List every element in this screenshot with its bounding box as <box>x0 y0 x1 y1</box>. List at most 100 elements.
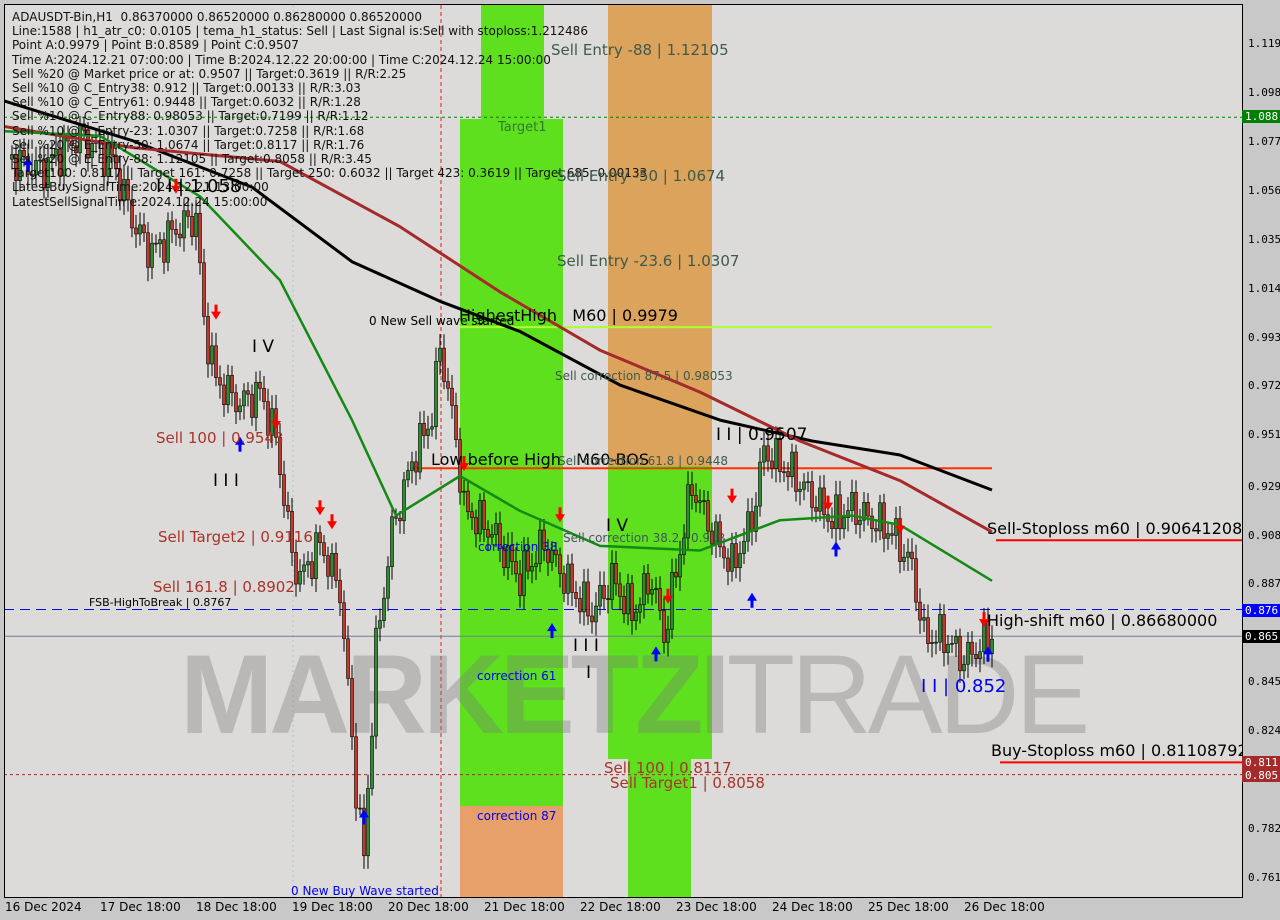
candle-body <box>402 479 406 522</box>
candle-body <box>822 487 826 516</box>
label-wave-ii-top: I I | 1.058 <box>156 176 242 197</box>
candle-body <box>950 643 954 645</box>
candle-body <box>918 601 922 621</box>
candle-body <box>318 532 322 543</box>
candle-body <box>666 628 670 643</box>
candle-body <box>618 583 622 597</box>
candle-body <box>702 500 706 502</box>
candle-body <box>974 654 978 659</box>
candle-body <box>418 423 422 473</box>
candle-body <box>594 605 598 623</box>
candle-body <box>942 614 946 654</box>
info-line: Target100: 0.8117 || Target 161: 0.7258 … <box>12 166 648 181</box>
label-point-c: I I | 0.9507 <box>716 425 808 445</box>
buy-arrow-icon <box>831 541 841 557</box>
candle-body <box>202 262 206 317</box>
candle-body <box>654 588 658 590</box>
label-wave-iv-mid: I V <box>606 516 629 536</box>
candle-body <box>158 239 162 245</box>
candle-body <box>462 490 466 493</box>
candle-body <box>178 233 182 239</box>
candle-body <box>878 502 882 532</box>
candle-body <box>746 511 750 542</box>
x-tick-label: 21 Dec 18:00 <box>484 900 565 914</box>
candle-body <box>522 550 526 596</box>
candle-body <box>678 554 682 578</box>
buy-arrow-icon <box>747 592 757 608</box>
candle-body <box>478 500 482 535</box>
candle-body <box>870 515 874 529</box>
chart-plot-area[interactable]: MARKETZITRADE ADAUSDT-Bin,H1 0.86370000 … <box>4 4 1243 898</box>
candle-body <box>354 736 358 809</box>
candle-body <box>794 451 798 492</box>
candle-body <box>734 543 738 569</box>
candle-body <box>890 533 894 536</box>
candle-body <box>242 390 246 407</box>
label-sell-100-left: Sell 100 | 0.9543 <box>156 429 284 447</box>
candle-body <box>670 572 674 630</box>
candle-body <box>226 375 230 406</box>
candle-body <box>738 553 742 569</box>
candle-body <box>758 461 762 507</box>
info-line: LatestSellSignalTime:2024.12.24 15:00:00 <box>12 194 268 209</box>
label-sell-correction-61-8: Sell correction 61.8 | 0.9448 <box>558 454 728 468</box>
candle-body <box>730 543 734 572</box>
candle-body <box>534 563 538 567</box>
candle-body <box>378 620 382 629</box>
candle-body <box>254 381 258 418</box>
candle-body <box>586 581 590 617</box>
candle-body <box>338 580 342 604</box>
candle-body <box>322 542 326 556</box>
candle-body <box>790 451 794 478</box>
candle-body <box>966 641 970 665</box>
candle-body <box>750 511 754 532</box>
candle-body <box>154 242 158 245</box>
info-line: Sell %20 @ E_Entry-88: 1.12105 || Target… <box>12 152 372 167</box>
candle-body <box>162 239 166 263</box>
candle-body <box>590 615 594 623</box>
candle-body <box>446 381 450 389</box>
candle-body <box>450 387 454 406</box>
y-tick-label: 1.035 <box>1248 232 1280 246</box>
candle-body <box>786 471 790 478</box>
candle-body <box>314 532 318 579</box>
candle-body <box>830 521 834 529</box>
candle-body <box>970 641 974 655</box>
candle-body <box>306 561 310 566</box>
candle-body <box>978 651 982 659</box>
candle-body <box>854 492 858 525</box>
x-tick-label: 20 Dec 18:00 <box>388 900 469 914</box>
info-line: Sell %10 @ C_Entry61: 0.9448 || Target:0… <box>12 95 361 110</box>
candle-body <box>454 405 458 441</box>
candle-body <box>914 558 918 603</box>
candle-body <box>902 556 906 562</box>
candle-body <box>470 511 474 518</box>
candle-body <box>246 390 250 395</box>
label-new-buy-wave: 0 New Buy Wave started <box>291 884 439 898</box>
candle-body <box>138 224 142 235</box>
candle-body <box>486 529 490 538</box>
label-sell-entry-50: Sell Entry -50 | 1.0674 <box>557 167 726 185</box>
label-point-b-low: I I | 0.852 <box>921 676 1007 697</box>
candle-body <box>602 585 606 599</box>
candle-body <box>610 563 614 601</box>
y-tick-label: 1.014 <box>1248 281 1280 295</box>
candle-body <box>350 678 354 738</box>
label-buy-stoploss: Buy-Stoploss m60 | 0.81108792 <box>991 741 1243 760</box>
candle-body <box>626 583 630 615</box>
candle-body <box>370 735 374 789</box>
x-tick-label: 25 Dec 18:00 <box>868 900 949 914</box>
candle-body <box>850 492 854 511</box>
candle-body <box>926 617 930 644</box>
candle-body <box>374 627 378 737</box>
candle-body <box>642 573 646 606</box>
candle-body <box>910 551 914 559</box>
candle-body <box>346 638 350 679</box>
candle-body <box>386 566 390 599</box>
label-wave-i-mid: I <box>586 663 592 683</box>
y-tick-label: 0.887 <box>1248 577 1280 591</box>
candle-body <box>358 807 362 810</box>
price-badge: 0.805 <box>1242 769 1280 783</box>
candle-body <box>598 585 602 607</box>
candle-body <box>782 471 786 473</box>
